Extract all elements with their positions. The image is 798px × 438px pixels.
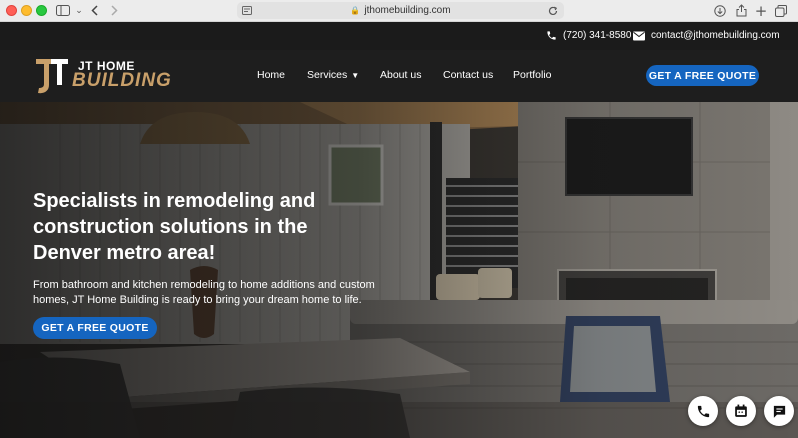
email-link[interactable]: contact@jthomebuilding.com: [633, 30, 780, 41]
nav-item-services-label: Services: [307, 69, 348, 81]
site-logo[interactable]: JT HOME BUILDING: [34, 55, 174, 97]
url-text: jthomebuilding.com: [364, 5, 451, 16]
email-address: contact@jthomebuilding.com: [651, 30, 780, 41]
floating-chat-button[interactable]: [764, 396, 794, 426]
browser-toolbar: ⌄ 🔒 jthomebuilding.com +: [0, 0, 798, 22]
phone-icon: [547, 31, 556, 40]
nav-item-home[interactable]: Home: [257, 69, 285, 81]
hero-subtext: From bathroom and kitchen remodeling to …: [33, 279, 375, 306]
download-icon[interactable]: [713, 3, 727, 18]
forward-icon[interactable]: [108, 3, 120, 18]
nav-quote-button[interactable]: GET A FREE QUOTE: [646, 65, 759, 86]
tabs-icon[interactable]: [774, 3, 788, 18]
floating-call-button[interactable]: [688, 396, 718, 426]
back-icon[interactable]: [88, 3, 100, 18]
lock-icon: 🔒: [350, 6, 361, 15]
sidebar-icon[interactable]: [54, 3, 72, 18]
hero-overlay: [0, 102, 798, 438]
nav-item-portfolio[interactable]: Portfolio: [513, 69, 552, 81]
reader-icon[interactable]: [241, 3, 253, 18]
address-bar[interactable]: 🔒 jthomebuilding.com: [237, 2, 564, 19]
phone-icon: [697, 405, 709, 417]
new-tab-icon[interactable]: +: [754, 2, 768, 20]
hero-section: Specialists in remodeling and constructi…: [0, 102, 798, 438]
hero-quote-button[interactable]: GET A FREE QUOTE: [33, 317, 157, 339]
nav-item-contact[interactable]: Contact us: [443, 69, 493, 81]
caret-down-icon: ▼: [351, 71, 360, 80]
close-window-button[interactable]: [6, 5, 17, 16]
top-contact-bar: (720) 341-8580 contact@jthomebuilding.co…: [0, 22, 798, 50]
hero-headline: Specialists in remodeling and constructi…: [33, 190, 316, 264]
chat-icon: [773, 405, 785, 418]
envelope-icon: [633, 31, 645, 40]
chevron-down-icon[interactable]: ⌄: [74, 3, 84, 18]
calendar-icon: [735, 404, 747, 417]
phone-number: (720) 341-8580: [563, 30, 632, 41]
jt-monogram-icon: [36, 59, 68, 94]
main-navigation: JT HOME BUILDING Home Services ▼ About us…: [0, 50, 798, 102]
floating-schedule-button[interactable]: [726, 396, 756, 426]
logo-line-2: BUILDING: [72, 70, 172, 91]
zoom-window-button[interactable]: [36, 5, 47, 16]
nav-item-services[interactable]: Services ▼: [307, 69, 359, 81]
share-icon[interactable]: [734, 3, 748, 18]
reload-icon[interactable]: [547, 3, 559, 18]
phone-link[interactable]: (720) 341-8580: [546, 30, 631, 41]
nav-item-about[interactable]: About us: [380, 69, 421, 81]
minimize-window-button[interactable]: [21, 5, 32, 16]
